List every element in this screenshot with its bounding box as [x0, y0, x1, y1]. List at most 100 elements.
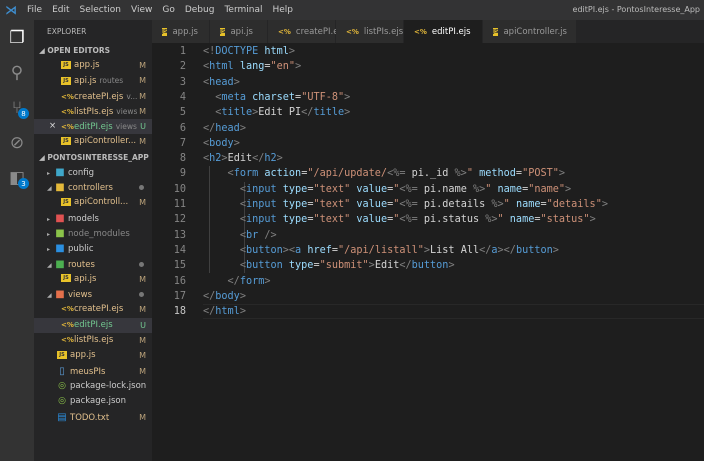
- code-line[interactable]: <button type="submit">Edit</button>: [203, 258, 455, 273]
- code-token: input: [245, 199, 277, 210]
- folder-item[interactable]: ▸ ■ config: [34, 165, 152, 180]
- file-item[interactable]: ▤ TODO.txt M: [34, 410, 152, 425]
- file-item[interactable]: JS api.js M: [34, 272, 152, 287]
- code-token: head: [209, 76, 234, 88]
- git-status: U: [140, 320, 146, 330]
- chevron-down-icon[interactable]: ◢: [47, 258, 55, 273]
- code-editor[interactable]: 1 <!DOCTYPE html> 2 <html lang="en"> 3 <head>…: [152, 43, 704, 461]
- chevron-right-icon[interactable]: ▸: [47, 166, 55, 181]
- menu-edit[interactable]: Edit: [47, 5, 74, 15]
- file-name: editPI.ejs: [74, 319, 113, 330]
- code-line[interactable]: <body>: [203, 136, 240, 151]
- ejs-file-icon: <%: [61, 123, 74, 132]
- line-number: 13: [173, 229, 186, 241]
- code-token: "/api/update/: [307, 168, 388, 180]
- tab-createpi-ejs[interactable]: <% createPI.ejs: [268, 20, 345, 43]
- menu-help[interactable]: Help: [267, 5, 298, 15]
- file-item[interactable]: JS apiControll... M: [34, 195, 152, 210]
- file-name: app.js: [74, 60, 100, 70]
- open-editors-header[interactable]: ◢ OPEN EDITORS: [34, 43, 152, 58]
- file-name: node_modules: [68, 228, 130, 239]
- chevron-right-icon[interactable]: ▸: [47, 212, 55, 227]
- ejs-file-icon: <%: [61, 107, 74, 116]
- tab-label: app.js: [172, 26, 198, 37]
- open-editor-item[interactable]: JS apiController... M: [34, 134, 152, 149]
- search-icon[interactable]: ⚲: [0, 58, 34, 88]
- tab-editpi-ejs[interactable]: <%editPI.ejs×: [404, 20, 490, 43]
- menu-view[interactable]: View: [126, 5, 157, 15]
- code-token: name: [509, 214, 535, 226]
- extensions-icon[interactable]: ◧ 3: [0, 163, 34, 193]
- file-name: public: [68, 244, 94, 255]
- code-line[interactable]: <meta charset="UTF-8">: [203, 90, 350, 105]
- explorer-icon[interactable]: ❐: [0, 23, 34, 53]
- menu-debug[interactable]: Debug: [180, 5, 220, 15]
- folder-item[interactable]: ◢ ■ views: [34, 287, 152, 302]
- file-name: app.js: [70, 350, 96, 361]
- folder-item[interactable]: ▸ ■ models: [34, 211, 152, 226]
- window-title: editPI.ejs - PontosInteresse_App: [572, 5, 700, 14]
- code-line[interactable]: <head>: [203, 75, 240, 90]
- code-line[interactable]: <input type="text" value="<%= pi.status …: [203, 212, 596, 227]
- js-file-icon: JS: [57, 350, 67, 359]
- menu-file[interactable]: File: [22, 5, 47, 15]
- code-token: %>: [472, 183, 486, 195]
- chevron-down-icon[interactable]: ◢: [47, 181, 55, 196]
- file-item[interactable]: ◎ package.json: [34, 394, 152, 409]
- project-header[interactable]: ◢ PONTOSINTERESSE_APP: [34, 150, 152, 165]
- code-line[interactable]: <br />: [203, 228, 277, 243]
- folder-item[interactable]: ◢ ■ routes: [34, 257, 152, 272]
- source-control-icon[interactable]: ⑂ 8: [0, 93, 34, 123]
- code-token: >: [601, 199, 608, 210]
- file-item[interactable]: ◎ package-lock.json: [34, 379, 152, 394]
- file-item[interactable]: JS app.js M: [34, 348, 152, 363]
- code-line[interactable]: <html lang="en">: [203, 59, 301, 74]
- project-label: PONTOSINTERESSE_APP: [47, 152, 149, 162]
- code-line[interactable]: <button><a href="/api/listall">List All<…: [203, 243, 559, 258]
- current-line-highlight: [203, 304, 704, 320]
- file-item[interactable]: <%editPI.ejs U: [34, 317, 152, 334]
- code-token: name: [515, 199, 541, 210]
- file-item[interactable]: <%createPI.ejs M: [34, 302, 152, 317]
- code-line[interactable]: <h2>Edit</h2>: [203, 151, 283, 166]
- file-item[interactable]: <%listPIs.ejs M: [34, 333, 152, 348]
- code-token: charset: [252, 91, 296, 103]
- open-editor-item[interactable]: × <%editPI.ejs views U: [34, 119, 152, 135]
- debug-icon[interactable]: ⊘: [0, 128, 34, 158]
- tab-app-js[interactable]: JS app.js: [152, 20, 210, 43]
- js-file-icon: JS: [162, 27, 168, 36]
- code-line[interactable]: </form>: [203, 274, 271, 289]
- git-status: M: [139, 91, 146, 101]
- code-line[interactable]: </head>: [203, 121, 246, 136]
- code-line[interactable]: <input type="text" value="<%= pi.details…: [203, 197, 608, 212]
- close-editor-icon[interactable]: ×: [49, 119, 56, 134]
- code-line[interactable]: <title>Edit PI</title>: [203, 105, 350, 120]
- folder-item[interactable]: ◢ ■ controllers: [34, 180, 152, 195]
- open-editor-item[interactable]: JS app.js M: [34, 58, 152, 73]
- tab-api-js[interactable]: JS api.js: [210, 20, 268, 43]
- file-item[interactable]: ▯ meusPIs M: [34, 364, 152, 379]
- code-line[interactable]: </html>: [203, 304, 246, 319]
- open-editor-item[interactable]: JS api.js routes M: [34, 73, 152, 88]
- code-token: %>: [454, 168, 467, 180]
- open-editor-item[interactable]: <%createPI.ejs v... M: [34, 89, 152, 104]
- folder-item[interactable]: ▸ ■ public: [34, 241, 152, 256]
- open-editor-item[interactable]: <%listPIs.ejs views M: [34, 104, 152, 119]
- chevron-right-icon[interactable]: ▸: [47, 227, 55, 242]
- chevron-down-icon[interactable]: ◢: [47, 288, 55, 303]
- menu-terminal[interactable]: Terminal: [219, 5, 267, 15]
- menu-selection[interactable]: Selection: [75, 5, 126, 15]
- code-token: button: [245, 244, 283, 256]
- code-line[interactable]: </body>: [203, 289, 246, 304]
- folder-item[interactable]: ▸ ■ node_modules: [34, 226, 152, 241]
- code-line[interactable]: <input type="text" value="<%= pi.name %>…: [203, 182, 571, 197]
- code-line[interactable]: <form action="/api/update/<%= pi._id %>"…: [203, 166, 565, 181]
- line-number: 9: [179, 168, 186, 180]
- code-token: h2: [264, 153, 277, 165]
- code-token: pi.details: [417, 199, 492, 210]
- menu-go[interactable]: Go: [157, 5, 179, 15]
- tab-apicontroller-js[interactable]: JS apiController.js: [483, 20, 577, 43]
- tab-listpis-ejs[interactable]: <% listPIs.ejs: [336, 20, 404, 43]
- chevron-right-icon[interactable]: ▸: [47, 242, 55, 257]
- code-line[interactable]: <!DOCTYPE html>: [203, 44, 295, 59]
